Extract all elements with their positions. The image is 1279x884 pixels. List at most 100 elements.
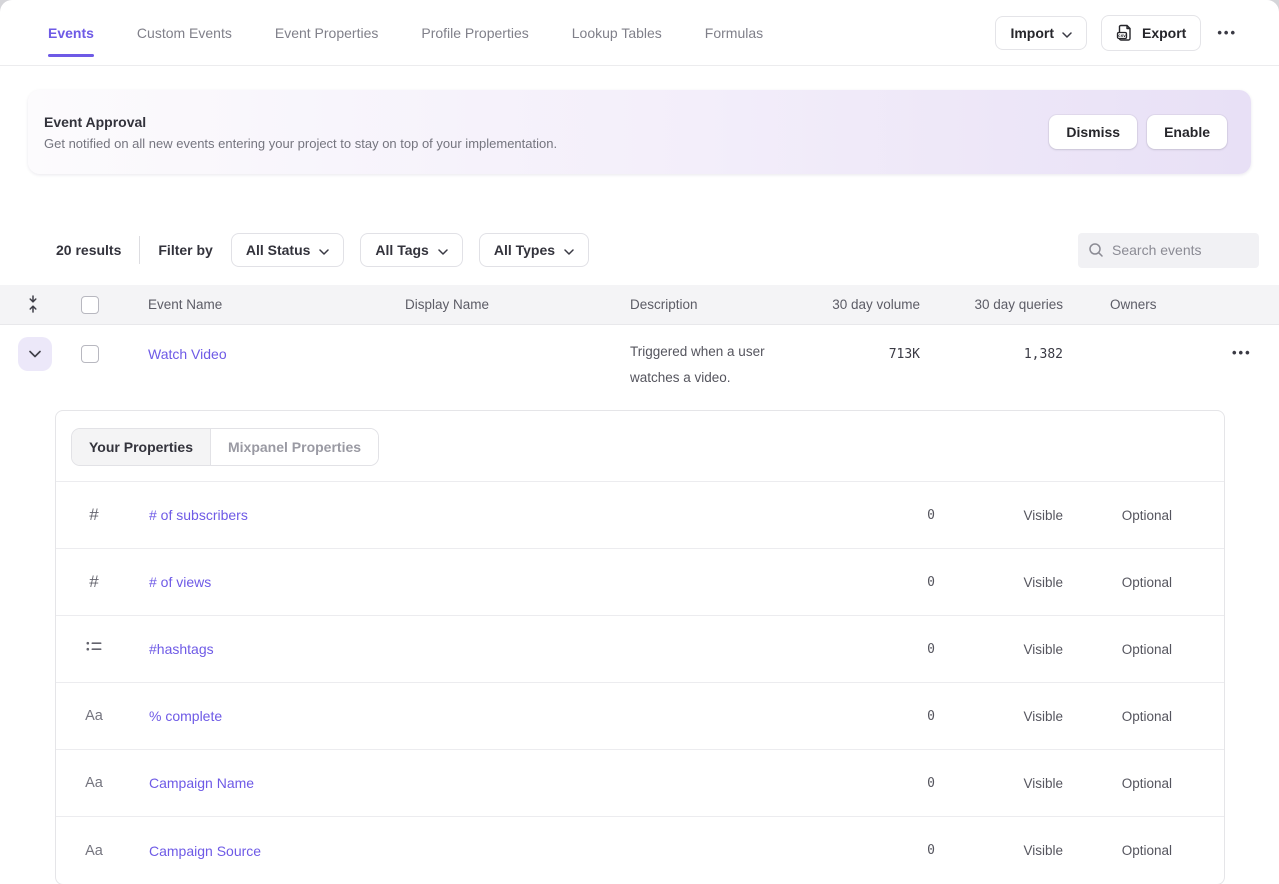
property-row: Aa Campaign Name 0 Visible Optional — [56, 750, 1224, 817]
row-description-cell: Triggered when a user watches a video. — [630, 337, 800, 397]
row-event-name-cell: Watch Video — [148, 337, 405, 397]
chevron-down-icon — [319, 242, 329, 258]
row-expand-column — [0, 337, 70, 397]
banner-title: Event Approval — [44, 114, 557, 130]
row-queries-cell: 1,382 — [920, 337, 1063, 397]
tab-profile-properties[interactable]: Profile Properties — [421, 19, 528, 47]
property-name-link[interactable]: Campaign Source — [149, 843, 261, 859]
property-count: 0 — [875, 709, 935, 724]
property-requirement: Optional — [1063, 709, 1172, 724]
queries-value: 1,382 — [1024, 347, 1063, 362]
types-filter-dropdown[interactable]: All Types — [479, 233, 589, 267]
property-row: # # of subscribers 0 Visible Optional — [56, 482, 1224, 549]
property-name-link[interactable]: # of views — [149, 574, 211, 590]
property-requirement: Optional — [1063, 642, 1172, 657]
select-all-checkbox[interactable] — [81, 296, 99, 314]
property-row: # # of views 0 Visible Optional — [56, 549, 1224, 616]
enable-button[interactable]: Enable — [1147, 115, 1227, 149]
text-type-icon: Aa — [84, 842, 104, 860]
row-actions-cell: ••• — [1230, 337, 1279, 397]
header-30-day-volume: 30 day volume — [800, 297, 920, 312]
events-table-header: Event Name Display Name Description 30 d… — [0, 285, 1279, 325]
nav-more-button[interactable]: ••• — [1215, 21, 1239, 44]
tab-mixpanel-properties[interactable]: Mixpanel Properties — [211, 429, 378, 465]
property-name-link[interactable]: % complete — [149, 708, 222, 724]
properties-panel: Your Properties Mixpanel Properties # # … — [55, 410, 1225, 884]
property-visibility: Visible — [935, 709, 1063, 724]
export-button[interactable]: csv Export — [1101, 15, 1201, 51]
search-icon — [1088, 242, 1104, 258]
tab-custom-events[interactable]: Custom Events — [137, 19, 232, 47]
text-type-icon: Aa — [84, 774, 104, 792]
header-30-day-queries: 30 day queries — [920, 297, 1063, 312]
header-display-name: Display Name — [405, 297, 630, 312]
filter-bar: 20 results Filter by All Status All Tags… — [0, 232, 1279, 268]
csv-file-icon: csv — [1116, 24, 1134, 42]
table-row-watch-video: Watch Video Triggered when a user watche… — [0, 325, 1279, 397]
header-event-name: Event Name — [148, 297, 405, 312]
description-line-2: watches a video. — [630, 365, 800, 391]
header-owners: Owners — [1063, 297, 1230, 312]
tab-lookup-tables[interactable]: Lookup Tables — [572, 19, 662, 47]
tab-events[interactable]: Events — [48, 19, 94, 47]
status-filter-dropdown[interactable]: All Status — [231, 233, 345, 267]
tab-your-properties[interactable]: Your Properties — [72, 429, 211, 465]
tags-filter-label: All Tags — [375, 242, 428, 258]
row-volume-cell: 713K — [800, 337, 920, 397]
property-count: 0 — [875, 776, 935, 791]
stage: Events Custom Events Event Properties Pr… — [0, 0, 1279, 884]
number-type-icon: # — [84, 505, 104, 525]
properties-tabs-area: Your Properties Mixpanel Properties — [56, 411, 1224, 482]
volume-value: 713K — [889, 347, 920, 362]
property-count: 0 — [875, 508, 935, 523]
property-count: 0 — [875, 575, 935, 590]
header-checkbox-column — [70, 296, 148, 314]
export-button-label: Export — [1142, 25, 1186, 41]
import-button[interactable]: Import — [995, 16, 1087, 50]
row-checkbox[interactable] — [81, 345, 99, 363]
tab-event-properties[interactable]: Event Properties — [275, 19, 379, 47]
property-name-link[interactable]: #hashtags — [149, 641, 214, 657]
event-name-link[interactable]: Watch Video — [148, 346, 227, 362]
description-line-1: Triggered when a user — [630, 339, 800, 365]
tab-formulas[interactable]: Formulas — [705, 19, 763, 47]
property-visibility: Visible — [935, 642, 1063, 657]
property-requirement: Optional — [1063, 843, 1172, 858]
status-filter-label: All Status — [246, 242, 311, 258]
dismiss-button[interactable]: Dismiss — [1049, 115, 1137, 149]
lexicon-events-page: Events Custom Events Event Properties Pr… — [0, 0, 1279, 884]
types-filter-label: All Types — [494, 242, 555, 258]
property-requirement: Optional — [1063, 776, 1172, 791]
row-checkbox-column — [70, 337, 148, 397]
property-requirement: Optional — [1063, 575, 1172, 590]
active-tab-underline — [48, 54, 94, 57]
property-visibility: Visible — [935, 575, 1063, 590]
list-type-icon — [84, 640, 104, 659]
nav-actions: Import csv Export ••• — [995, 15, 1239, 51]
tags-filter-dropdown[interactable]: All Tags — [360, 233, 462, 267]
search-events-input[interactable] — [1112, 242, 1249, 258]
tab-events-label: Events — [48, 25, 94, 41]
top-navigation: Events Custom Events Event Properties Pr… — [0, 0, 1279, 66]
text-type-icon: Aa — [84, 707, 104, 725]
row-expand-chevron-button[interactable] — [18, 337, 52, 371]
property-name-link[interactable]: # of subscribers — [149, 507, 248, 523]
row-more-button[interactable]: ••• — [1230, 341, 1254, 364]
chevron-down-icon — [438, 242, 448, 258]
event-approval-banner: Event Approval Get notified on all new e… — [28, 90, 1251, 174]
divider — [139, 236, 140, 264]
search-events-box[interactable] — [1078, 233, 1259, 268]
banner-description: Get notified on all new events entering … — [44, 136, 557, 151]
results-count: 20 results — [56, 242, 121, 258]
nav-tabs: Events Custom Events Event Properties Pr… — [48, 19, 763, 47]
chevron-down-icon — [1062, 25, 1072, 41]
property-row: #hashtags 0 Visible Optional — [56, 616, 1224, 683]
property-count: 0 — [875, 843, 935, 858]
property-visibility: Visible — [935, 776, 1063, 791]
property-visibility: Visible — [935, 508, 1063, 523]
property-requirement: Optional — [1063, 508, 1172, 523]
collapse-all-icon[interactable] — [24, 293, 42, 315]
header-expand-column — [0, 293, 70, 316]
property-name-link[interactable]: Campaign Name — [149, 775, 254, 791]
filter-by-label: Filter by — [158, 242, 212, 258]
